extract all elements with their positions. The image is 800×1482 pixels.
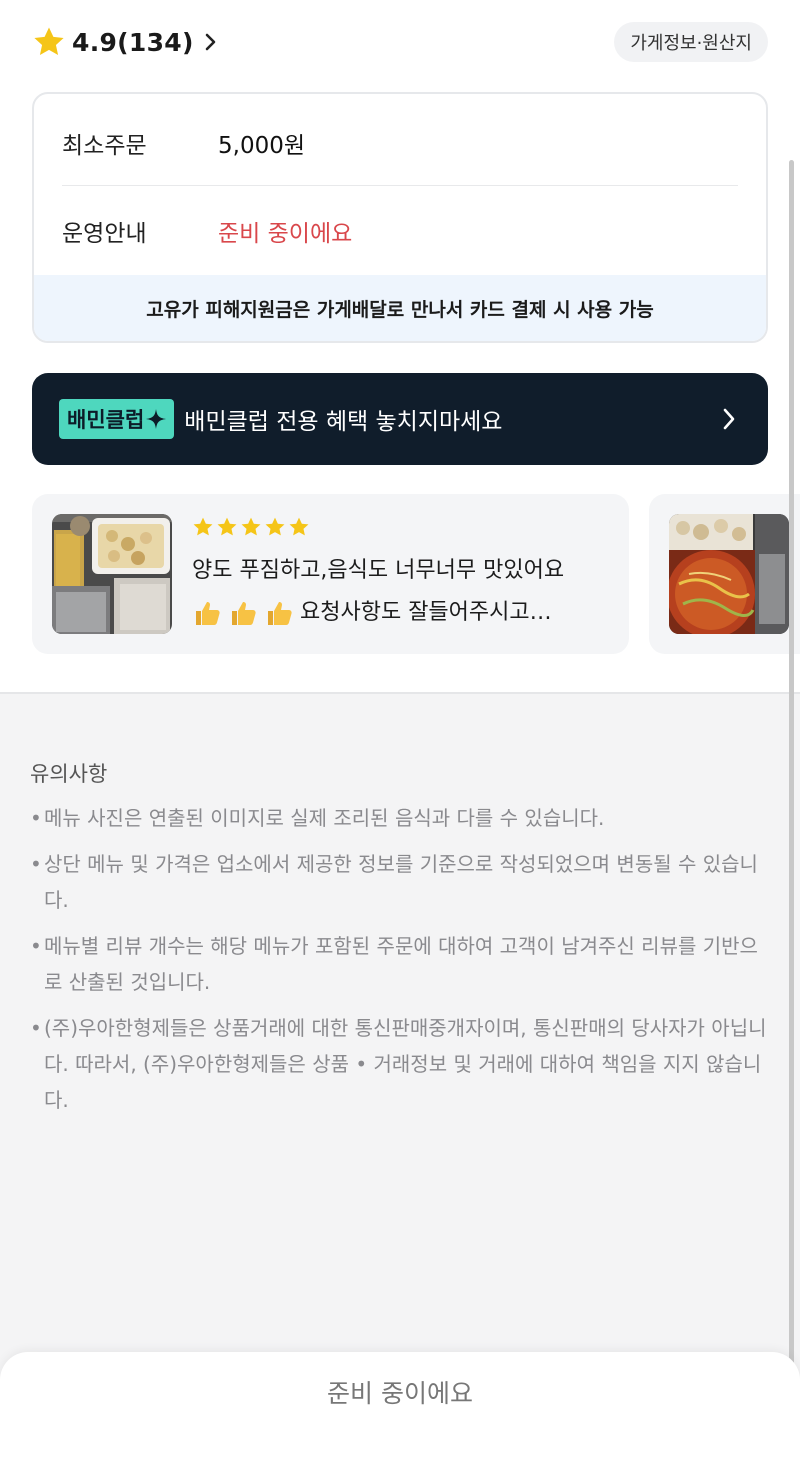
- notice-item: 메뉴 사진은 연출된 이미지로 실제 조리된 음식과 다를 수 있습니다.: [30, 800, 770, 836]
- bottom-order-bar: 준비 중이에요: [0, 1352, 800, 1482]
- operation-row: 운영안내 준비 중이에요: [62, 188, 738, 274]
- star-icon: [289, 517, 309, 536]
- review-rating: [192, 516, 310, 538]
- baemin-club-banner[interactable]: 배민클럽 배민클럽 전용 혜택 놓치지마세요: [32, 373, 768, 465]
- min-order-label: 최소주문: [62, 133, 147, 159]
- operation-label: 운영안내: [62, 221, 147, 247]
- review-photo: [669, 514, 789, 634]
- review-card[interactable]: 양도 푸짐하고,음식도 너무너무 맛있어요 요청사항도 잘들어주시고…: [32, 494, 629, 654]
- store-info-card: 최소주문 5,000원 운영안내 준비 중이에요 고유가 피해지원금은 가게배달…: [32, 92, 768, 343]
- rating-row: 4.9(134) 가게정보·원산지: [32, 20, 768, 64]
- notice-item: (주)우아한형제들은 상품거래에 대한 통신판매중개자이며, 통신판매의 당사자…: [30, 1010, 770, 1118]
- subsidy-notice: 고유가 피해지원금은 가게배달로 만나서 카드 결제 시 사용 가능: [34, 275, 766, 341]
- star-icon: [241, 517, 261, 536]
- notice-item: 메뉴별 리뷰 개수는 해당 메뉴가 포함된 주문에 대하여 고객이 남겨주신 리…: [30, 928, 770, 1000]
- review-line-1: 양도 푸짐하고,음식도 너무너무 맛있어요: [192, 558, 565, 583]
- divider: [62, 185, 738, 186]
- operation-status: 준비 중이에요: [218, 221, 353, 247]
- store-info-origin-button[interactable]: 가게정보·원산지: [614, 22, 768, 62]
- star-icon: [217, 517, 237, 536]
- review-card[interactable]: [649, 494, 800, 654]
- scrollbar[interactable]: [789, 160, 794, 1482]
- review-text: 양도 푸짐하고,음식도 너무너무 맛있어요 요청사항도 잘들어주시고…: [192, 550, 612, 634]
- thumbs-up-emojis: [192, 592, 300, 634]
- sparkle-icon: [146, 409, 167, 429]
- star-icon: [193, 517, 213, 536]
- club-banner-text: 배민클럽 전용 혜택 놓치지마세요: [184, 409, 503, 435]
- chevron-right-icon: [205, 33, 216, 51]
- min-order-row: 최소주문 5,000원: [62, 100, 738, 186]
- notice-item: 상단 메뉴 및 가격은 업소에서 제공한 정보를 기준으로 작성되었으며 변동될…: [30, 846, 770, 918]
- rating-link[interactable]: 4.9(134): [32, 24, 218, 60]
- club-badge-label: 배민클럽: [67, 408, 145, 432]
- rating-value: 4.9(134): [72, 27, 194, 57]
- review-photo: [52, 514, 172, 634]
- thumbs-up-icon: [268, 602, 292, 625]
- thumbs-up-icon: [196, 602, 220, 625]
- review-line-2-text: 요청사항도 잘들어주시고…: [300, 600, 552, 625]
- notice-list: 메뉴 사진은 연출된 이미지로 실제 조리된 음식과 다를 수 있습니다. 상단…: [30, 800, 770, 1128]
- thumbs-up-icon: [232, 602, 256, 625]
- star-icon: [34, 27, 64, 56]
- order-status-button[interactable]: 준비 중이에요: [0, 1374, 800, 1410]
- store-info-section: 4.9(134) 가게정보·원산지 최소주문 5,000원 운영안내 준비 중이…: [0, 0, 800, 692]
- chevron-right-icon: [723, 408, 735, 430]
- min-order-value: 5,000원: [218, 133, 306, 159]
- baemin-club-badge: 배민클럽: [59, 399, 175, 439]
- notice-title: 유의사항: [30, 762, 108, 786]
- star-icon: [265, 517, 285, 536]
- review-line-2: 요청사항도 잘들어주시고…: [192, 592, 612, 634]
